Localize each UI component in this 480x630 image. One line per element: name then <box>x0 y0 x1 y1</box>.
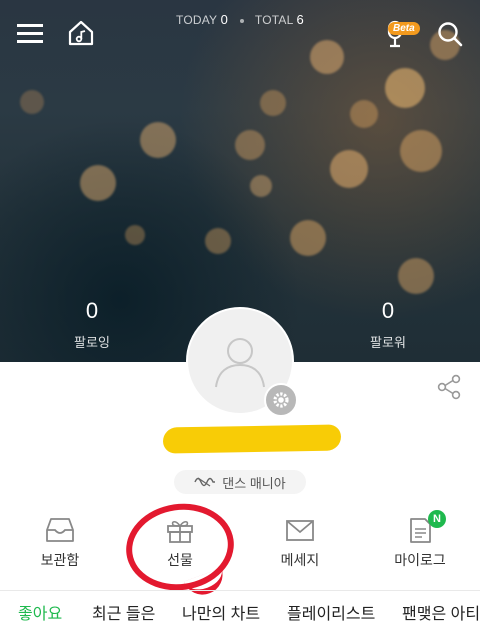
inbox-icon <box>46 518 74 542</box>
dance-mania-badge[interactable]: 댄스 매니아 <box>174 470 306 494</box>
bokeh-light <box>260 90 286 116</box>
badge-label: 댄스 매니아 <box>222 475 286 491</box>
today-count: 0 <box>220 12 228 27</box>
bokeh-light <box>398 258 434 294</box>
menu-item-message[interactable]: 메세지 <box>250 516 350 570</box>
followers-label: 팔로워 <box>370 335 406 350</box>
new-badge: N <box>428 510 446 528</box>
bokeh-light <box>400 130 442 172</box>
envelope-icon <box>286 520 314 541</box>
tab-fan-artist[interactable]: 팬맺은 아티 <box>402 600 480 624</box>
menu-item-storage[interactable]: 보관함 <box>10 516 110 570</box>
bokeh-light <box>250 175 272 197</box>
tab-likes[interactable]: 좋아요 <box>18 600 62 624</box>
following-stat[interactable]: 0 팔로잉 <box>32 298 152 351</box>
menu-label-storage: 보관함 <box>40 552 80 568</box>
beta-badge: Beta <box>388 22 420 35</box>
top-bar: TODAY 0 TOTAL 6 Beta <box>0 0 480 66</box>
tab-playlist[interactable]: 플레이리스트 <box>287 600 375 624</box>
bokeh-light <box>80 165 116 201</box>
tabs-divider <box>0 590 480 591</box>
tab-recent[interactable]: 최근 들은 <box>92 600 155 624</box>
bokeh-light <box>330 150 368 188</box>
soundwave-icon <box>194 477 216 487</box>
bokeh-light <box>350 100 378 128</box>
bokeh-light <box>385 68 425 108</box>
annotation-circle <box>120 496 240 598</box>
followers-count: 0 <box>381 298 395 323</box>
gear-icon <box>273 392 289 408</box>
bokeh-light <box>235 130 265 160</box>
followers-stat[interactable]: 0 팔로워 <box>328 298 448 351</box>
separator-dot <box>239 18 244 23</box>
total-label: TOTAL <box>254 13 293 27</box>
menu-item-mylog[interactable]: N 마이로그 <box>370 510 470 570</box>
following-count: 0 <box>85 298 99 323</box>
bokeh-light <box>290 220 326 256</box>
profile-menu: 보관함 선물 메세지 N 마이로그 <box>0 510 480 580</box>
menu-label-mylog: 마이로그 <box>394 552 446 568</box>
mic-beta-button[interactable]: Beta <box>374 18 420 50</box>
search-icon[interactable] <box>436 20 464 48</box>
menu-label-message: 메세지 <box>280 552 320 568</box>
bokeh-light <box>205 228 231 254</box>
bokeh-light <box>20 90 44 114</box>
profile-settings-button[interactable] <box>264 383 298 417</box>
content-tabs: 좋아요 최근 들은 나만의 차트 플레이리스트 팬맺은 아티 <box>0 600 480 630</box>
redacted-username <box>162 424 342 454</box>
today-label: TODAY <box>176 13 218 27</box>
bokeh-light <box>140 122 176 158</box>
total-count: 6 <box>296 12 304 27</box>
user-placeholder-icon <box>215 338 265 388</box>
bokeh-light <box>125 225 145 245</box>
share-icon[interactable] <box>436 374 462 405</box>
tab-my-chart[interactable]: 나만의 차트 <box>182 600 260 624</box>
following-label: 팔로잉 <box>74 335 110 350</box>
